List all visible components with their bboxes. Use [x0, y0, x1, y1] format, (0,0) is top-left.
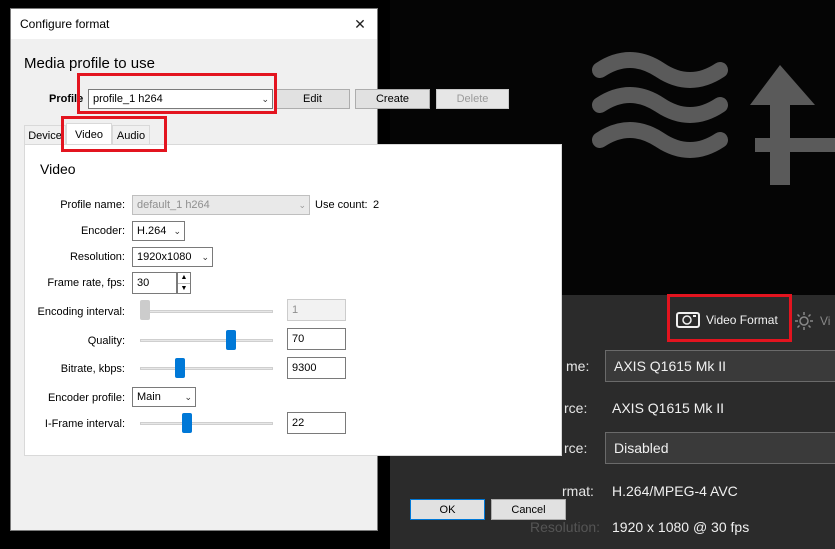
create-button[interactable]: Create — [355, 89, 430, 109]
chevron-down-icon: ⌄ — [184, 392, 192, 402]
encoder-select[interactable]: H.264 ⌄ — [132, 221, 185, 241]
media-profile-heading: Media profile to use — [24, 55, 155, 72]
encoder-value: H.264 — [137, 225, 167, 237]
iframe-interval-slider-track[interactable] — [140, 422, 273, 425]
frame-rate-spinner[interactable]: ▲ ▼ — [177, 272, 191, 294]
camera-icon — [676, 312, 700, 328]
bitrate-value: 9300 — [292, 362, 317, 374]
encoder-profile-label: Encoder profile: — [47, 392, 125, 404]
field-label-resolution: Resolution: — [530, 519, 601, 535]
bitrate-slider-track[interactable] — [140, 367, 273, 370]
encoding-interval-slider-track[interactable] — [140, 310, 273, 313]
encoder-profile-value: Main — [137, 391, 161, 403]
encoder-profile-select[interactable]: Main ⌄ — [132, 387, 196, 407]
sun-icon — [795, 312, 813, 330]
bitrate-input[interactable]: 9300 — [287, 357, 346, 379]
iframe-interval-input[interactable]: 22 — [287, 412, 346, 434]
profile-name-select[interactable]: default_1 h264 ⌄ — [132, 195, 310, 215]
resolution-label: Resolution: — [69, 251, 125, 263]
encoding-interval-input[interactable]: 1 — [287, 299, 346, 321]
title-bar: Configure format ✕ — [11, 9, 377, 39]
encoding-interval-label: Encoding interval: — [37, 306, 125, 318]
field-label-name: me: — [566, 358, 590, 374]
close-icon[interactable]: ✕ — [343, 9, 377, 39]
video-tab-panel: Video Profile name: default_1 h264 ⌄ Use… — [24, 144, 562, 456]
quality-input[interactable]: 70 — [287, 328, 346, 350]
use-count-value: 2 — [373, 199, 380, 211]
encoding-interval-slider-thumb[interactable] — [140, 300, 150, 320]
tab-device[interactable]: Device — [24, 125, 66, 145]
spin-down-icon[interactable]: ▼ — [178, 284, 190, 294]
bitrate-slider-thumb[interactable] — [175, 358, 185, 378]
tab-audio[interactable]: Audio — [112, 125, 150, 145]
quality-value: 70 — [292, 333, 305, 345]
tab-video[interactable]: Video — [66, 123, 112, 145]
iframe-interval-value: 22 — [292, 417, 305, 429]
frame-rate-label: Frame rate, fps: — [47, 277, 125, 289]
axis-logo-graphic — [592, 52, 835, 185]
profile-name-label: Profile name: — [60, 199, 125, 211]
resolution-select-value: 1920x1080 — [137, 251, 192, 263]
profile-name-value: default_1 h264 — [137, 199, 210, 211]
ok-button[interactable]: OK — [410, 499, 485, 520]
profile-label: Profile — [49, 93, 84, 105]
quality-slider-track[interactable] — [140, 339, 273, 342]
frame-rate-input[interactable]: 30 — [132, 272, 177, 294]
chevron-down-icon: ⌄ — [173, 226, 181, 236]
dialog-title: Configure format — [20, 17, 110, 31]
iframe-interval-label: I-Frame interval: — [44, 418, 125, 430]
chevron-down-icon: ⌄ — [261, 94, 269, 104]
quality-label: Quality: — [87, 335, 125, 347]
configure-format-dialog: Configure format ✕ Media profile to use … — [10, 8, 566, 531]
tab-next-partial[interactable]: Vi — [794, 311, 830, 331]
edit-button[interactable]: Edit — [275, 89, 350, 109]
device-name-select[interactable]: AXIS Q1615 Mk II — [605, 350, 835, 382]
delete-button[interactable]: Delete — [436, 89, 509, 109]
field-label-audio-source: rce: — [564, 440, 588, 456]
audio-source-select[interactable]: Disabled — [605, 432, 835, 464]
chevron-down-icon: ⌄ — [201, 252, 209, 262]
encoding-interval-value: 1 — [292, 304, 299, 316]
tab-video-format[interactable]: Video Format — [676, 311, 778, 329]
iframe-interval-slider-thumb[interactable] — [182, 413, 192, 433]
tab-next-partial-label: Vi — [820, 314, 831, 328]
field-label-source: rce: — [564, 400, 588, 416]
use-count-label: Use count: — [315, 199, 368, 211]
encoder-label: Encoder: — [80, 225, 125, 237]
spin-up-icon[interactable]: ▲ — [178, 273, 190, 284]
tab-video-format-label: Video Format — [706, 313, 778, 327]
field-label-format: rmat: — [562, 483, 594, 499]
profile-select-value: profile_1 h264 — [93, 93, 163, 105]
cancel-button[interactable]: Cancel — [491, 499, 566, 520]
format-value: H.264/MPEG-4 AVC — [612, 483, 738, 499]
bitrate-label: Bitrate, kbps: — [60, 363, 125, 375]
frame-rate-value: 30 — [137, 277, 150, 289]
quality-slider-thumb[interactable] — [226, 330, 236, 350]
video-section-title: Video — [40, 161, 76, 177]
profile-select[interactable]: profile_1 h264 ⌄ — [88, 89, 273, 109]
chevron-down-icon: ⌄ — [298, 200, 306, 210]
resolution-value: 1920 x 1080 @ 30 fps — [612, 519, 750, 535]
resolution-select[interactable]: 1920x1080 ⌄ — [132, 247, 213, 267]
device-source-value: AXIS Q1615 Mk II — [612, 400, 725, 416]
